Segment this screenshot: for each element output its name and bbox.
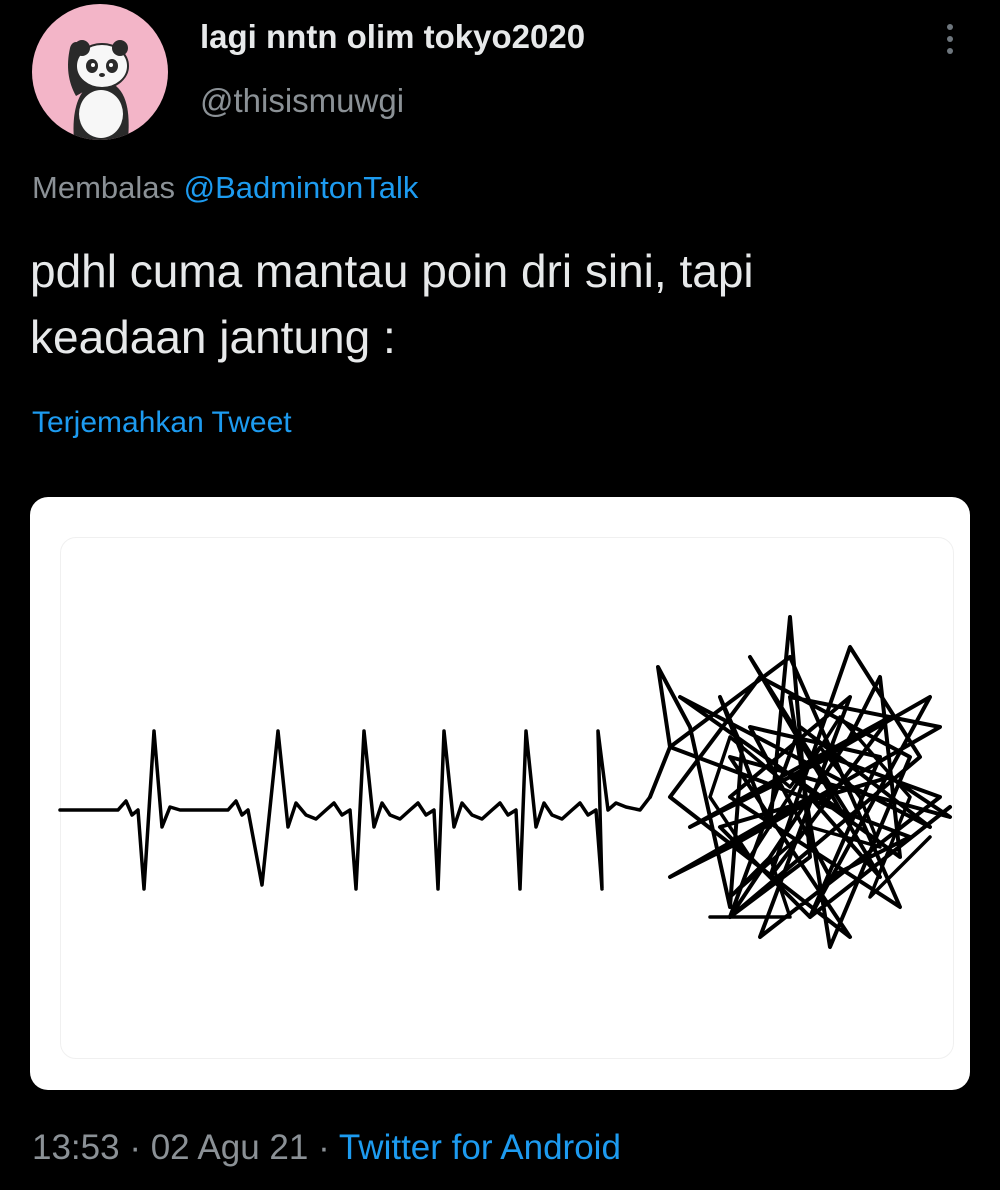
- tweet-media-image[interactable]: [30, 497, 970, 1090]
- meta-separator: ·: [119, 1128, 151, 1167]
- tweet-source-link[interactable]: Twitter for Android: [339, 1128, 621, 1167]
- meta-separator: ·: [308, 1128, 339, 1167]
- panda-avatar-icon: [68, 40, 129, 140]
- more-vertical-icon[interactable]: [936, 22, 964, 56]
- tweet-date: 02 Agu 21: [150, 1128, 309, 1167]
- replying-to: Membalas @BadmintonTalk: [32, 170, 418, 206]
- replying-to-mention[interactable]: @BadmintonTalk: [184, 170, 419, 205]
- tweet-text: pdhl cuma mantau poin dri sini, tapi kea…: [30, 238, 970, 370]
- tweet-text-line: keadaan jantung :: [30, 311, 396, 363]
- translate-tweet-link[interactable]: Terjemahkan Tweet: [32, 406, 292, 440]
- tweet-text-line: pdhl cuma mantau poin dri sini, tapi: [30, 245, 754, 297]
- tweet-meta: 13:53 · 02 Agu 21 · Twitter for Android: [32, 1128, 621, 1168]
- display-name[interactable]: lagi nntn olim tokyo2020: [200, 18, 585, 56]
- replying-to-label: Membalas: [32, 170, 184, 205]
- heartbeat-scribble-image: [58, 615, 952, 949]
- avatar[interactable]: [32, 4, 168, 140]
- tweet-time: 13:53: [32, 1128, 120, 1167]
- user-handle[interactable]: @thisismuwgi: [200, 82, 404, 120]
- tweet: lagi nntn olim tokyo2020 @thisismuwgi Me…: [0, 0, 1000, 1190]
